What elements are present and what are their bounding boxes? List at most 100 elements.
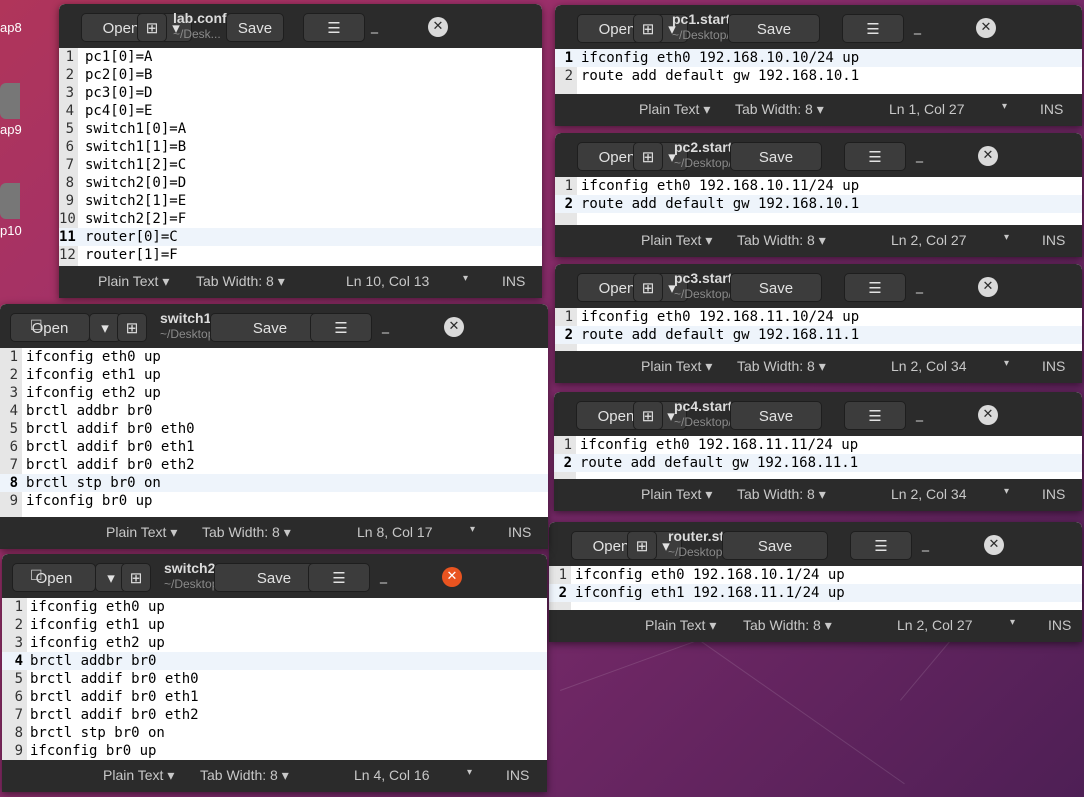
hamburger-menu-button[interactable]: ☰	[303, 13, 365, 42]
minimize-button[interactable]: _	[916, 406, 923, 422]
new-tab-button[interactable]: ⊞	[633, 273, 663, 302]
code-line[interactable]: 2 route add default gw 192.168.11.1	[555, 326, 1082, 344]
code-line[interactable]: 4 brctl addbr br0	[2, 652, 547, 670]
minimize-button[interactable]: _	[914, 19, 921, 35]
code-line[interactable]: 1 ifconfig eth0 192.168.11.10/24 up	[555, 308, 1082, 326]
code-line[interactable]: 2 route add default gw 192.168.10.1	[555, 195, 1082, 213]
insert-mode-indicator[interactable]: INS	[1042, 358, 1065, 374]
hamburger-menu-button[interactable]: ☰	[844, 401, 906, 430]
desktop-icon-label[interactable]: ap8	[0, 20, 22, 35]
open-button[interactable]: Open	[10, 313, 90, 342]
close-button[interactable]: ✕	[428, 17, 448, 37]
language-selector[interactable]: Plain Text ▾	[645, 617, 716, 634]
hamburger-menu-button[interactable]: ☰	[844, 142, 906, 171]
new-tab-button[interactable]: ⊞	[627, 531, 657, 560]
minimize-button[interactable]: _	[922, 536, 929, 552]
code-line[interactable]: 11 router[0]=C	[59, 228, 542, 246]
cursor-position[interactable]: Ln 4, Col 16	[354, 767, 430, 783]
minimize-button[interactable]: _	[916, 147, 923, 163]
cursor-position[interactable]: Ln 2, Col 27	[891, 232, 967, 248]
new-tab-button[interactable]: ⊞	[121, 563, 151, 592]
code-line[interactable]: 2 ifconfig eth1 up	[0, 366, 548, 384]
save-button[interactable]: Save	[730, 401, 822, 430]
code-line[interactable]: 3 pc3[0]=D	[59, 84, 542, 102]
close-button[interactable]: ✕	[978, 277, 998, 297]
insert-mode-indicator[interactable]: INS	[1048, 617, 1071, 633]
code-line[interactable]: 2 route add default gw 192.168.11.1	[554, 454, 1082, 472]
close-button[interactable]: ✕	[984, 535, 1004, 555]
insert-mode-indicator[interactable]: INS	[1042, 486, 1065, 502]
close-button[interactable]: ✕	[442, 567, 462, 587]
cursor-position[interactable]: Ln 2, Col 34	[891, 358, 967, 374]
folder-icon[interactable]	[0, 183, 20, 219]
new-tab-button[interactable]: ⊞	[633, 14, 663, 43]
code-line[interactable]: 8 brctl stp br0 on	[0, 474, 548, 492]
tab-width-selector[interactable]: Tab Width: 8 ▾	[200, 767, 289, 784]
text-editor[interactable]: 1 ifconfig eth0 up 2 ifconfig eth1 up 3 ifcon…	[2, 598, 547, 760]
code-line[interactable]: 2 route add default gw 192.168.10.1	[555, 67, 1082, 85]
open-button[interactable]: Open	[12, 563, 96, 592]
new-tab-button[interactable]: ⊞	[633, 142, 663, 171]
save-button[interactable]: Save	[728, 14, 820, 43]
close-button[interactable]: ✕	[976, 18, 996, 38]
tab-width-selector[interactable]: Tab Width: 8 ▾	[737, 358, 826, 375]
text-editor[interactable]: 1 ifconfig eth0 192.168.10.1/24 up 2 ifconf…	[549, 566, 1082, 610]
text-editor[interactable]: 1 ifconfig eth0 up 2 ifconfig eth1 up 3 ifcon…	[0, 348, 548, 517]
text-editor[interactable]: 1 pc1[0]=A 2 pc2[0]=B 3 pc3[0]=D 4 pc4[0]=E 5 swi…	[59, 48, 542, 266]
code-line[interactable]: 7 switch1[2]=C	[59, 156, 542, 174]
language-selector[interactable]: Plain Text ▾	[639, 101, 710, 118]
position-dropdown-icon[interactable]: ▾	[1004, 232, 1009, 243]
position-dropdown-icon[interactable]: ▾	[463, 273, 468, 284]
code-line[interactable]: 6 switch1[1]=B	[59, 138, 542, 156]
text-editor[interactable]: 1 ifconfig eth0 192.168.10.10/24 up 2 route…	[555, 49, 1082, 94]
code-line[interactable]: 2 ifconfig eth1 up	[2, 616, 547, 634]
text-editor[interactable]: 1 ifconfig eth0 192.168.11.11/24 up 2 route…	[554, 436, 1082, 479]
minimize-button[interactable]: _	[916, 278, 923, 294]
code-line[interactable]: 4 brctl addbr br0	[0, 402, 548, 420]
code-line[interactable]: 7 brctl addif br0 eth2	[0, 456, 548, 474]
save-button[interactable]: Save	[730, 273, 822, 302]
code-line[interactable]: 1 ifconfig eth0 up	[2, 598, 547, 616]
insert-mode-indicator[interactable]: INS	[506, 767, 529, 783]
tab-width-selector[interactable]: Tab Width: 8 ▾	[737, 232, 826, 249]
code-line[interactable]: 9 ifconfig br0 up	[0, 492, 548, 510]
text-editor[interactable]: 1 ifconfig eth0 192.168.11.10/24 up 2 route…	[555, 308, 1082, 351]
code-line[interactable]: 10 switch2[2]=F	[59, 210, 542, 228]
position-dropdown-icon[interactable]: ▾	[467, 767, 472, 778]
code-line[interactable]: 8 brctl stp br0 on	[2, 724, 547, 742]
tab-width-selector[interactable]: Tab Width: 8 ▾	[202, 524, 291, 541]
folder-icon[interactable]	[0, 83, 20, 119]
position-dropdown-icon[interactable]: ▾	[1002, 101, 1007, 112]
code-line[interactable]: 6 brctl addif br0 eth1	[0, 438, 548, 456]
hamburger-menu-button[interactable]: ☰	[310, 313, 372, 342]
tab-width-selector[interactable]: Tab Width: 8 ▾	[196, 273, 285, 290]
language-selector[interactable]: Plain Text ▾	[103, 767, 174, 784]
language-selector[interactable]: Plain Text ▾	[641, 232, 712, 249]
save-button[interactable]: Save	[226, 13, 284, 42]
code-line[interactable]: 1 pc1[0]=A	[59, 48, 542, 66]
close-button[interactable]: ✕	[978, 405, 998, 425]
maximize-button[interactable]: ☐	[30, 568, 43, 584]
language-selector[interactable]: Plain Text ▾	[106, 524, 177, 541]
minimize-button[interactable]: _	[371, 18, 378, 34]
new-tab-button[interactable]: ⊞	[117, 313, 147, 342]
hamburger-menu-button[interactable]: ☰	[850, 531, 912, 560]
cursor-position[interactable]: Ln 2, Col 34	[891, 486, 967, 502]
new-tab-button[interactable]: ⊞	[633, 401, 663, 430]
code-line[interactable]: 9 ifconfig br0 up	[2, 742, 547, 760]
code-line[interactable]: 9 switch2[1]=E	[59, 192, 542, 210]
insert-mode-indicator[interactable]: INS	[1040, 101, 1063, 117]
cursor-position[interactable]: Ln 1, Col 27	[889, 101, 965, 117]
tab-width-selector[interactable]: Tab Width: 8 ▾	[735, 101, 824, 118]
text-editor[interactable]: 1 ifconfig eth0 192.168.10.11/24 up 2 route…	[555, 177, 1082, 225]
minimize-button[interactable]: _	[382, 318, 389, 334]
code-line[interactable]: 7 brctl addif br0 eth2	[2, 706, 547, 724]
code-line[interactable]: 5 brctl addif br0 eth0	[2, 670, 547, 688]
close-button[interactable]: ✕	[444, 317, 464, 337]
code-line[interactable]: 3 ifconfig eth2 up	[2, 634, 547, 652]
cursor-position[interactable]: Ln 10, Col 13	[346, 273, 429, 289]
language-selector[interactable]: Plain Text ▾	[641, 358, 712, 375]
tab-width-selector[interactable]: Tab Width: 8 ▾	[737, 486, 826, 503]
hamburger-menu-button[interactable]: ☰	[842, 14, 904, 43]
position-dropdown-icon[interactable]: ▾	[1004, 358, 1009, 369]
